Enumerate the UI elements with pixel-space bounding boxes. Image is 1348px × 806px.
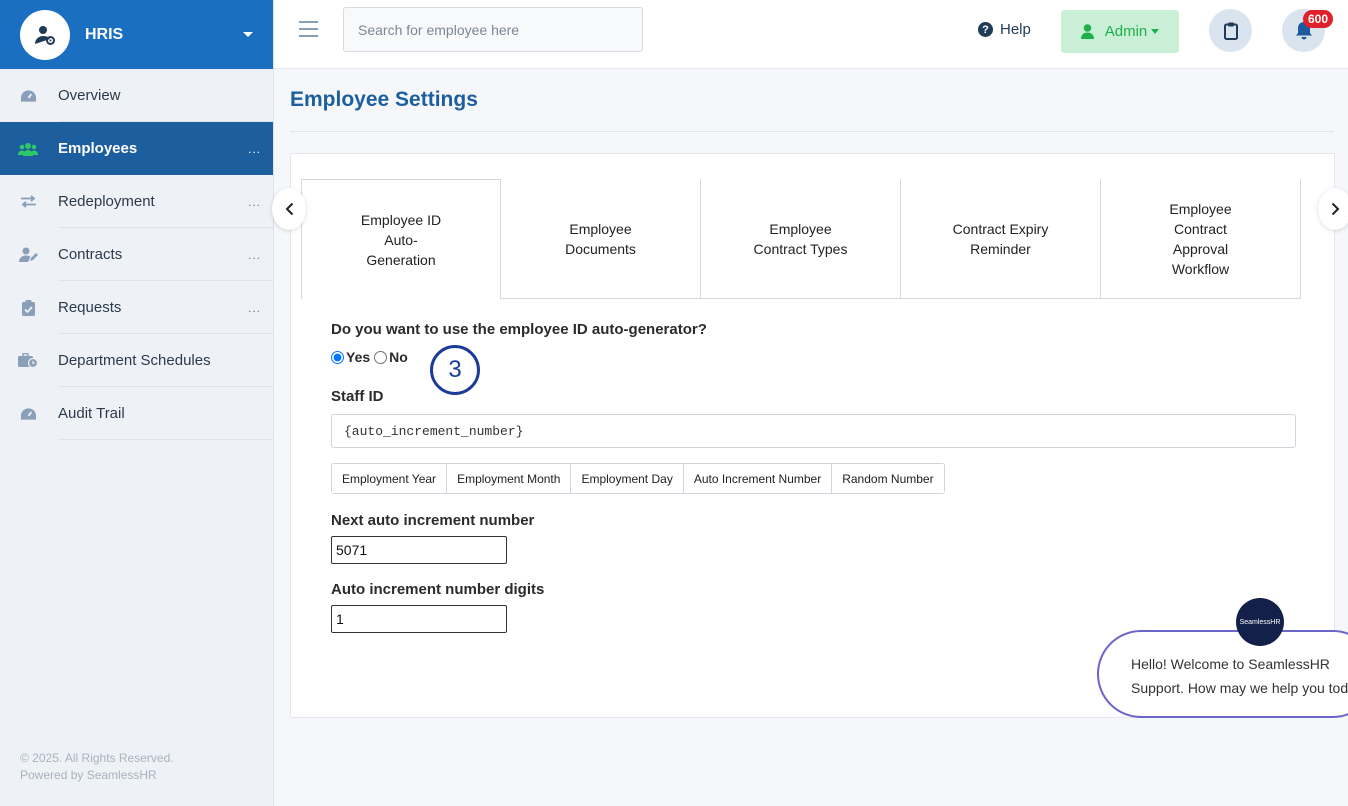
copyright-text: © 2025. All Rights Reserved.	[20, 751, 174, 765]
next-increment-label: Next auto increment number	[331, 512, 535, 529]
tab-employee-contract-types[interactable]: Employee Contract Types	[701, 179, 901, 299]
sidebar-item-label: Contracts	[58, 246, 123, 263]
user-edit-icon	[0, 247, 58, 262]
sidebar-item-department-schedules[interactable]: Department Schedules	[0, 334, 273, 387]
chevron-left-icon	[285, 202, 293, 216]
auto-generator-question: Do you want to use the employee ID auto-…	[331, 321, 707, 338]
top-bar: ? Help Admin 600	[274, 0, 1348, 69]
tab-employee-documents[interactable]: Employee Documents	[501, 179, 701, 299]
swap-icon	[0, 195, 58, 208]
sidebar-item-label: Department Schedules	[58, 352, 211, 369]
employment-year-button[interactable]: Employment Year	[332, 464, 448, 493]
digits-label: Auto increment number digits	[331, 581, 545, 598]
random-number-button[interactable]: Random Number	[832, 464, 944, 493]
chevron-down-icon	[1151, 29, 1160, 34]
chat-message-line-1: Hello! Welcome to SeamlessHR	[1131, 656, 1330, 672]
employee-search-input[interactable]	[343, 7, 643, 52]
brand-title: HRIS	[85, 25, 124, 43]
yes-radio[interactable]	[331, 350, 344, 364]
clipboard-check-icon	[0, 299, 58, 316]
users-icon	[0, 142, 58, 156]
user-icon	[1080, 24, 1094, 39]
admin-role-dropdown[interactable]: Admin	[1061, 10, 1179, 53]
powered-by-text: Powered by SeamlessHR	[20, 768, 157, 782]
staff-id-label: Staff ID	[331, 388, 384, 405]
admin-label: Admin	[1104, 23, 1148, 40]
auto-generation-form: Do you want to use the employee ID auto-…	[331, 321, 1296, 633]
tab-contract-expiry-reminder[interactable]: Contract Expiry Reminder	[901, 179, 1101, 299]
title-divider	[290, 131, 1334, 132]
support-chat-avatar[interactable]: SeamlessHR	[1236, 598, 1284, 646]
briefcase-clock-icon	[0, 353, 58, 368]
sidebar-item-label: Audit Trail	[58, 405, 125, 422]
sidebar-nav: Overview Employees ... Redeployment ... …	[0, 69, 273, 440]
support-chat-bubble[interactable]: Hello! Welcome to SeamlessHR Support. Ho…	[1097, 630, 1348, 718]
tabs-next-button[interactable]	[1318, 188, 1348, 230]
brand-header[interactable]: HRIS	[0, 0, 273, 69]
chat-message-line-2: Support. How may we help you today?	[1131, 680, 1348, 696]
step-number-badge: 3	[430, 345, 480, 395]
more-icon[interactable]: ...	[248, 195, 261, 209]
sidebar: HRIS Overview Employees ... Redeployment…	[0, 0, 274, 806]
yes-label: Yes	[346, 349, 371, 365]
settings-tabs: Employee ID Auto-Generation Employee Doc…	[301, 179, 1301, 299]
chevron-down-icon[interactable]	[243, 32, 253, 37]
page-title: Employee Settings	[290, 88, 478, 111]
help-label: Help	[1000, 21, 1031, 38]
no-radio[interactable]	[374, 350, 388, 364]
clipboard-button[interactable]	[1209, 9, 1252, 52]
dashboard-icon	[0, 89, 58, 103]
hris-logo-icon	[20, 9, 70, 60]
next-increment-input[interactable]	[331, 536, 507, 564]
sidebar-item-employees[interactable]: Employees ...	[0, 122, 273, 175]
employment-day-button[interactable]: Employment Day	[571, 464, 684, 493]
more-icon[interactable]: ...	[248, 142, 261, 156]
more-icon[interactable]: ...	[248, 301, 261, 315]
sidebar-item-redeployment[interactable]: Redeployment ...	[0, 175, 273, 228]
auto-increment-number-button[interactable]: Auto Increment Number	[683, 464, 833, 493]
staff-id-format-input[interactable]	[331, 414, 1296, 448]
notification-count-badge: 600	[1303, 10, 1334, 28]
help-link[interactable]: ? Help	[978, 21, 1031, 38]
sidebar-item-overview[interactable]: Overview	[0, 69, 273, 122]
staff-id-token-buttons: Employment Year Employment Month Employm…	[331, 463, 945, 494]
clipboard-icon	[1223, 22, 1238, 40]
question-circle-icon: ?	[978, 22, 993, 37]
more-icon[interactable]: ...	[248, 248, 261, 262]
sidebar-item-requests[interactable]: Requests ...	[0, 281, 273, 334]
sidebar-item-label: Requests	[58, 299, 122, 316]
sidebar-item-label: Employees	[58, 140, 138, 157]
no-label: No	[389, 349, 408, 365]
sidebar-item-label: Redeployment	[58, 193, 155, 210]
tab-employee-contract-approval-workflow[interactable]: Employee Contract Approval Workflow	[1101, 179, 1301, 299]
sidebar-footer: © 2025. All Rights Reserved. Powered by …	[20, 750, 174, 784]
seamlesshr-logo: SeamlessHR	[1239, 618, 1281, 626]
chevron-right-icon	[1331, 202, 1339, 216]
digits-input[interactable]	[331, 605, 507, 633]
employment-month-button[interactable]: Employment Month	[447, 464, 572, 493]
dashboard-icon	[0, 407, 58, 421]
tab-employee-id-auto-generation[interactable]: Employee ID Auto-Generation	[301, 179, 501, 299]
hamburger-menu-icon[interactable]	[299, 21, 318, 42]
tabs-prev-button[interactable]	[272, 188, 306, 230]
sidebar-item-audit-trail[interactable]: Audit Trail	[0, 387, 273, 440]
sidebar-item-label: Overview	[58, 87, 121, 104]
sidebar-item-contracts[interactable]: Contracts ...	[0, 228, 273, 281]
